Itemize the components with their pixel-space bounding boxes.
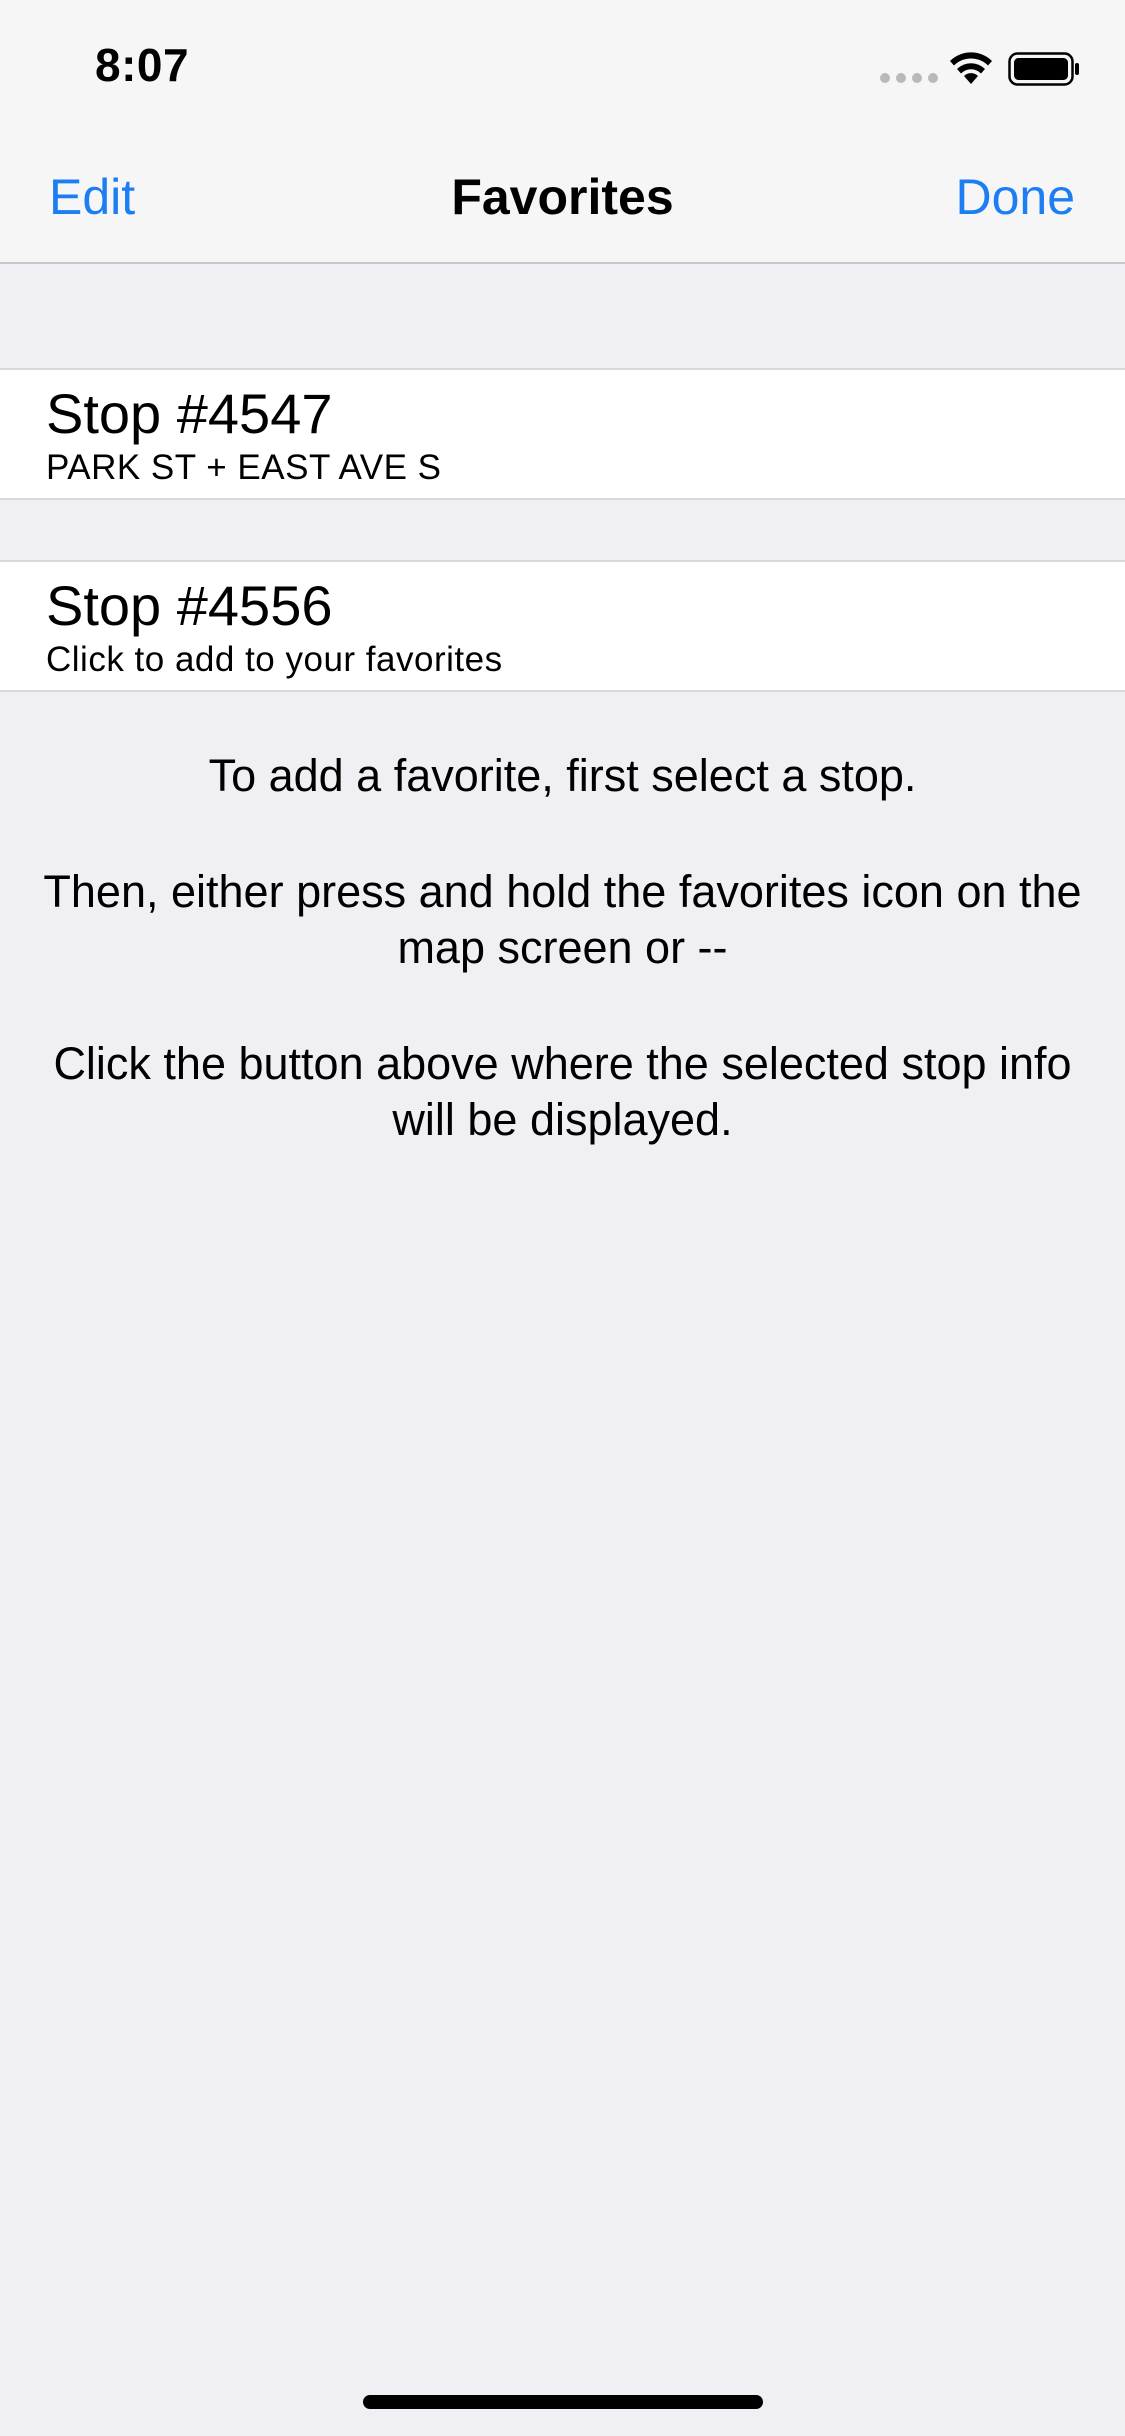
help-text-2: Then, either press and hold the favorite… xyxy=(0,864,1125,976)
stop-subtitle: PARK ST + EAST AVE S xyxy=(46,448,442,487)
battery-icon xyxy=(1008,52,1079,86)
help-text-3-line: Click the button above where the selecte… xyxy=(53,1038,1072,1145)
stop-title: Stop #4547 xyxy=(46,382,333,445)
help-text-1: To add a favorite, first select a stop. xyxy=(208,750,917,801)
add-favorite-stop-row[interactable]: Stop #4556 Click to add to your favorite… xyxy=(0,560,1125,692)
favorite-stop-row[interactable]: Stop #4547 PARK ST + EAST AVE S xyxy=(0,368,1125,500)
help-text-3: Click the button above where the selecte… xyxy=(0,1036,1125,1148)
home-indicator[interactable] xyxy=(363,2395,763,2409)
navigation-bar: Edit Favorites Done xyxy=(0,132,1125,264)
help-text-2-line: Then, either press and hold the favorite… xyxy=(43,866,1082,973)
signal-dots-icon xyxy=(880,73,938,83)
done-button[interactable]: Done xyxy=(955,168,1075,226)
stop-title: Stop #4556 xyxy=(46,574,333,637)
stop-subtitle: Click to add to your favorites xyxy=(46,640,503,679)
status-time: 8:07 xyxy=(95,39,190,91)
status-bar: 8:07 xyxy=(0,0,1125,132)
wifi-icon xyxy=(950,52,992,84)
